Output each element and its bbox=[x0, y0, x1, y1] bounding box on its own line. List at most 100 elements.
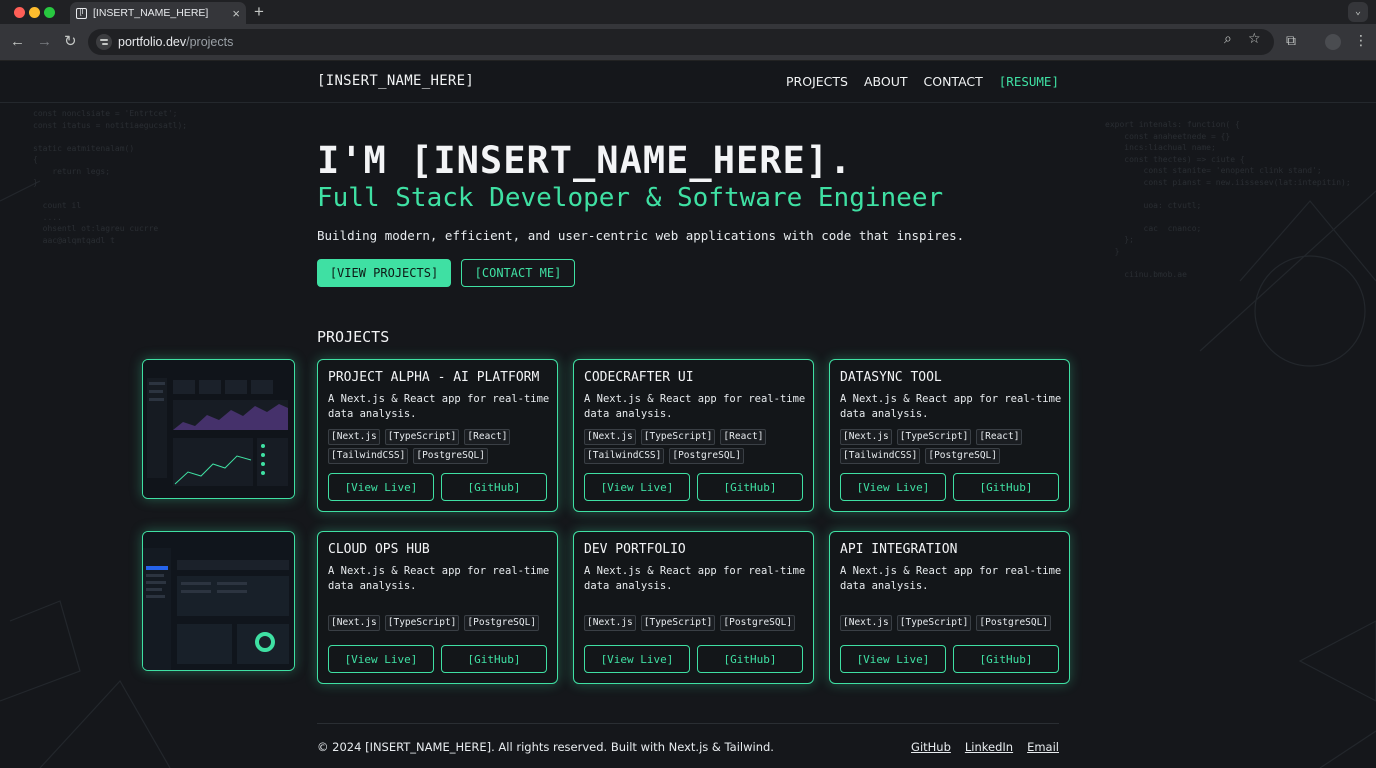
footer-link-github[interactable]: GitHub bbox=[911, 740, 951, 754]
footer-links: GitHub LinkedIn Email bbox=[911, 740, 1059, 754]
tab-search-icon[interactable]: ⌄ bbox=[1348, 2, 1368, 22]
tech-tag: [TypeScript] bbox=[896, 615, 972, 631]
tech-tag: [PostgreSQL] bbox=[413, 448, 488, 464]
tech-tag: [Next.js bbox=[584, 429, 636, 445]
github-button[interactable]: [GitHub] bbox=[441, 645, 547, 673]
project-tags: [Next.js [TypeScript] [PostgreSQL] bbox=[840, 615, 1062, 631]
close-window-button[interactable] bbox=[14, 7, 25, 18]
project-description: A Next.js & React app for real-time data… bbox=[328, 565, 550, 592]
minimize-window-button[interactable] bbox=[29, 7, 40, 18]
tech-tag: [PostgreSQL] bbox=[976, 615, 1052, 631]
new-tab-button[interactable]: + bbox=[254, 2, 264, 22]
project-card: API INTEGRATION A Next.js & React app fo… bbox=[829, 531, 1070, 684]
dashboard-preview-image bbox=[143, 532, 294, 670]
project-title: PROJECT ALPHA - AI PLATFORM bbox=[328, 370, 540, 385]
project-thumbnail-cloud[interactable] bbox=[142, 531, 295, 671]
browser-tabstrip: [I [INSERT_NAME_HERE] × + ⌄ bbox=[0, 0, 1376, 24]
view-live-button[interactable]: [View Live] bbox=[584, 645, 690, 673]
tech-tag: [Next.js bbox=[840, 615, 892, 631]
tech-tag: [Next.js bbox=[328, 429, 380, 445]
nav-link-about[interactable]: ABOUT bbox=[864, 74, 908, 89]
view-live-button[interactable]: [View Live] bbox=[328, 645, 434, 673]
tech-tag: [TypeScript] bbox=[384, 429, 460, 445]
github-button[interactable]: [GitHub] bbox=[441, 473, 547, 501]
tech-tag: [Next.js bbox=[840, 429, 892, 445]
project-card: DATASYNC TOOL A Next.js & React app for … bbox=[829, 359, 1070, 512]
project-title: CLOUD OPS HUB bbox=[328, 542, 430, 557]
tech-tag: [PostgreSQL] bbox=[669, 448, 744, 464]
view-live-button[interactable]: [View Live] bbox=[328, 473, 434, 501]
nav-link-resume[interactable]: [RESUME] bbox=[999, 74, 1059, 89]
forward-arrow-icon[interactable]: → bbox=[37, 34, 52, 50]
github-button[interactable]: [GitHub] bbox=[953, 473, 1059, 501]
project-tags: [Next.js [TypeScript] [PostgreSQL] bbox=[328, 615, 550, 631]
close-tab-icon[interactable]: × bbox=[232, 6, 240, 21]
hero-description: Building modern, efficient, and user-cen… bbox=[317, 228, 965, 243]
url-path: /projects bbox=[186, 35, 234, 49]
tech-tag: [TailwindCSS] bbox=[840, 448, 921, 464]
project-thumbnail-analytics[interactable] bbox=[142, 359, 295, 499]
site-brand[interactable]: [INSERT_NAME_HERE] bbox=[317, 73, 474, 89]
site-header: [INSERT_NAME_HERE] PROJECTS ABOUT CONTAC… bbox=[0, 61, 1376, 103]
project-description: A Next.js & React app for real-time data… bbox=[840, 565, 1062, 592]
star-icon[interactable]: ☆ bbox=[1248, 31, 1261, 47]
project-card: CLOUD OPS HUB A Next.js & React app for … bbox=[317, 531, 558, 684]
project-tags: [Next.js [TypeScript] [React] [TailwindC… bbox=[840, 429, 1062, 464]
tech-tag: [React] bbox=[976, 429, 1023, 445]
github-button[interactable]: [GitHub] bbox=[953, 645, 1059, 673]
project-tags: [Next.js [TypeScript] [PostgreSQL] bbox=[584, 615, 806, 631]
tech-tag: [React] bbox=[464, 429, 511, 445]
zoom-icon[interactable]: ⌕ bbox=[1224, 31, 1232, 47]
avatar[interactable] bbox=[1325, 34, 1341, 50]
browser-tab[interactable]: [I [INSERT_NAME_HERE] × bbox=[70, 2, 246, 24]
tech-tag: [React] bbox=[720, 429, 767, 445]
project-tags: [Next.js [TypeScript] [React] [TailwindC… bbox=[328, 429, 550, 464]
view-live-button[interactable]: [View Live] bbox=[584, 473, 690, 501]
kebab-menu-icon[interactable]: ⋮ bbox=[1354, 33, 1368, 49]
tech-tag: [TypeScript] bbox=[640, 429, 716, 445]
github-button[interactable]: [GitHub] bbox=[697, 473, 803, 501]
favicon-icon: [I bbox=[76, 7, 87, 19]
page-viewport: const nonclsiate = 'Entrtcet'; const ita… bbox=[0, 61, 1376, 768]
hero-title: I'M [INSERT_NAME_HERE]. bbox=[317, 139, 853, 182]
project-card: CODECRAFTER UI A Next.js & React app for… bbox=[573, 359, 814, 512]
project-title: DATASYNC TOOL bbox=[840, 370, 942, 385]
project-title: DEV PORTFOLIO bbox=[584, 542, 686, 557]
github-button[interactable]: [GitHub] bbox=[697, 645, 803, 673]
view-live-button[interactable]: [View Live] bbox=[840, 473, 946, 501]
view-projects-button[interactable]: [VIEW PROJECTS] bbox=[317, 259, 451, 287]
site-info-icon[interactable] bbox=[96, 34, 112, 50]
maximize-window-button[interactable] bbox=[44, 7, 55, 18]
reload-icon[interactable]: ↻ bbox=[64, 34, 77, 50]
tech-tag: [PostgreSQL] bbox=[720, 615, 796, 631]
code-decoration-left: const nonclsiate = 'Entrtcet'; const ita… bbox=[33, 109, 188, 245]
nav-link-contact[interactable]: CONTACT bbox=[924, 74, 983, 89]
hero-subtitle: Full Stack Developer & Software Engineer bbox=[317, 183, 944, 213]
tech-tag: [PostgreSQL] bbox=[925, 448, 1000, 464]
project-description: A Next.js & React app for real-time data… bbox=[840, 393, 1062, 420]
project-tags: [Next.js [TypeScript] [React] [TailwindC… bbox=[584, 429, 806, 464]
tech-tag: [TailwindCSS] bbox=[584, 448, 665, 464]
site-nav: PROJECTS ABOUT CONTACT [RESUME] bbox=[786, 74, 1059, 89]
project-card: PROJECT ALPHA - AI PLATFORM A Next.js & … bbox=[317, 359, 558, 512]
footer-link-linkedin[interactable]: LinkedIn bbox=[965, 740, 1013, 754]
address-bar[interactable]: portfolio.dev/projects ⌕ ☆ bbox=[88, 29, 1274, 55]
tech-tag: [TailwindCSS] bbox=[328, 448, 409, 464]
project-description: A Next.js & React app for real-time data… bbox=[584, 565, 806, 592]
tech-tag: [TypeScript] bbox=[896, 429, 972, 445]
tab-title: [INSERT_NAME_HERE] bbox=[93, 7, 209, 19]
tech-tag: [PostgreSQL] bbox=[464, 615, 540, 631]
tech-tag: [Next.js bbox=[328, 615, 380, 631]
footer-link-email[interactable]: Email bbox=[1027, 740, 1059, 754]
contact-me-button[interactable]: [CONTACT ME] bbox=[461, 259, 575, 287]
project-title: API INTEGRATION bbox=[840, 542, 958, 557]
url-host: portfolio.dev bbox=[118, 35, 187, 49]
view-live-button[interactable]: [View Live] bbox=[840, 645, 946, 673]
code-decoration-right: export intenals: function( { const anahe… bbox=[1105, 120, 1351, 279]
footer-copyright: © 2024 [INSERT_NAME_HERE]. All rights re… bbox=[317, 740, 774, 754]
puzzle-icon[interactable]: ⧉ bbox=[1286, 33, 1296, 49]
nav-link-projects[interactable]: PROJECTS bbox=[786, 74, 848, 89]
back-arrow-icon[interactable]: ← bbox=[10, 34, 25, 50]
project-card: DEV PORTFOLIO A Next.js & React app for … bbox=[573, 531, 814, 684]
dashboard-preview-image bbox=[143, 360, 294, 498]
